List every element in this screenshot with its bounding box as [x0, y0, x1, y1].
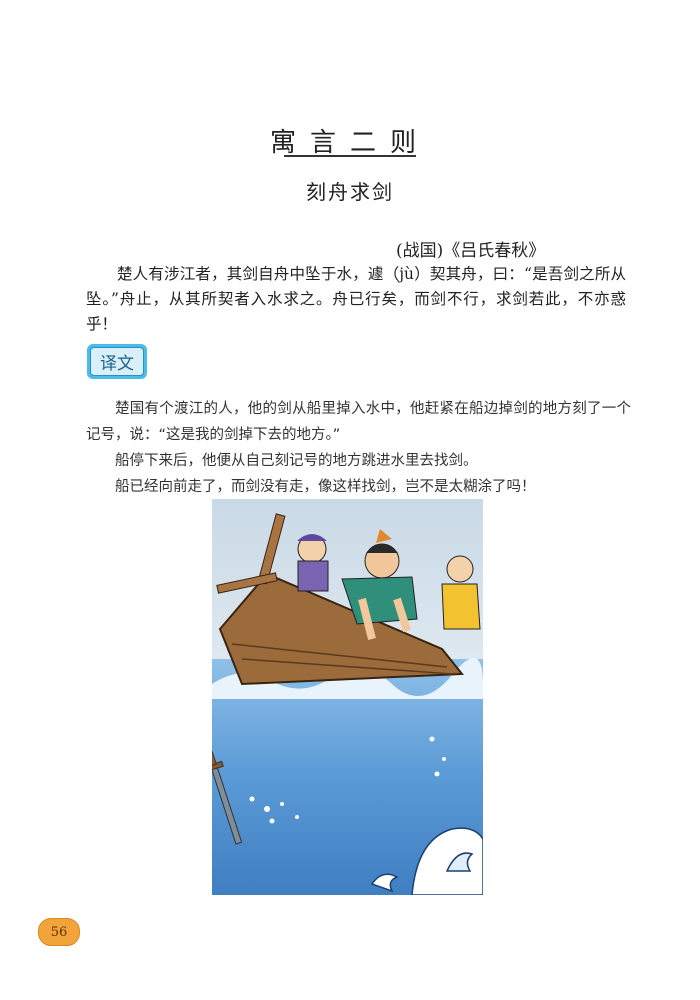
translation-badge-label: 译文	[90, 347, 144, 376]
source-attribution: (战国)《吕氏春秋》	[396, 241, 546, 261]
original-paragraph: 楚人有涉江者，其剑自舟中坠于水，遽（jù）契其舟，曰：“是吾剑之所从坠。”舟止，…	[86, 265, 626, 333]
page-title: 寓言二则	[269, 128, 430, 158]
boatman	[297, 534, 329, 592]
page-number: 56	[50, 924, 68, 940]
translation-paragraph-3: 船已经向前走了，而剑没有走，像这样找剑，岂不是太糊涂了吗！	[115, 479, 536, 495]
page-number-badge: 56	[38, 918, 80, 946]
title-underline	[284, 155, 416, 157]
original-text: 楚人有涉江者，其剑自舟中坠于水，遽（jù）契其舟，曰：“是吾剑之所从坠。”舟止，…	[86, 262, 626, 337]
story-title: 刻舟求剑	[306, 180, 394, 204]
translation-paragraph-1: 楚国有个渡江的人，他的剑从船里掉入水中，他赶紧在船边掉剑的地方刻了一个记号，说：…	[86, 401, 631, 443]
translation-badge: 译文	[87, 344, 147, 379]
translation-text: 楚国有个渡江的人，他的剑从船里掉入水中，他赶紧在船边掉剑的地方刻了一个记号，说：…	[86, 396, 631, 500]
story-illustration	[212, 499, 483, 895]
translation-paragraph-2: 船停下来后，他便从自己刻记号的地方跳进水里去找剑。	[115, 453, 478, 469]
